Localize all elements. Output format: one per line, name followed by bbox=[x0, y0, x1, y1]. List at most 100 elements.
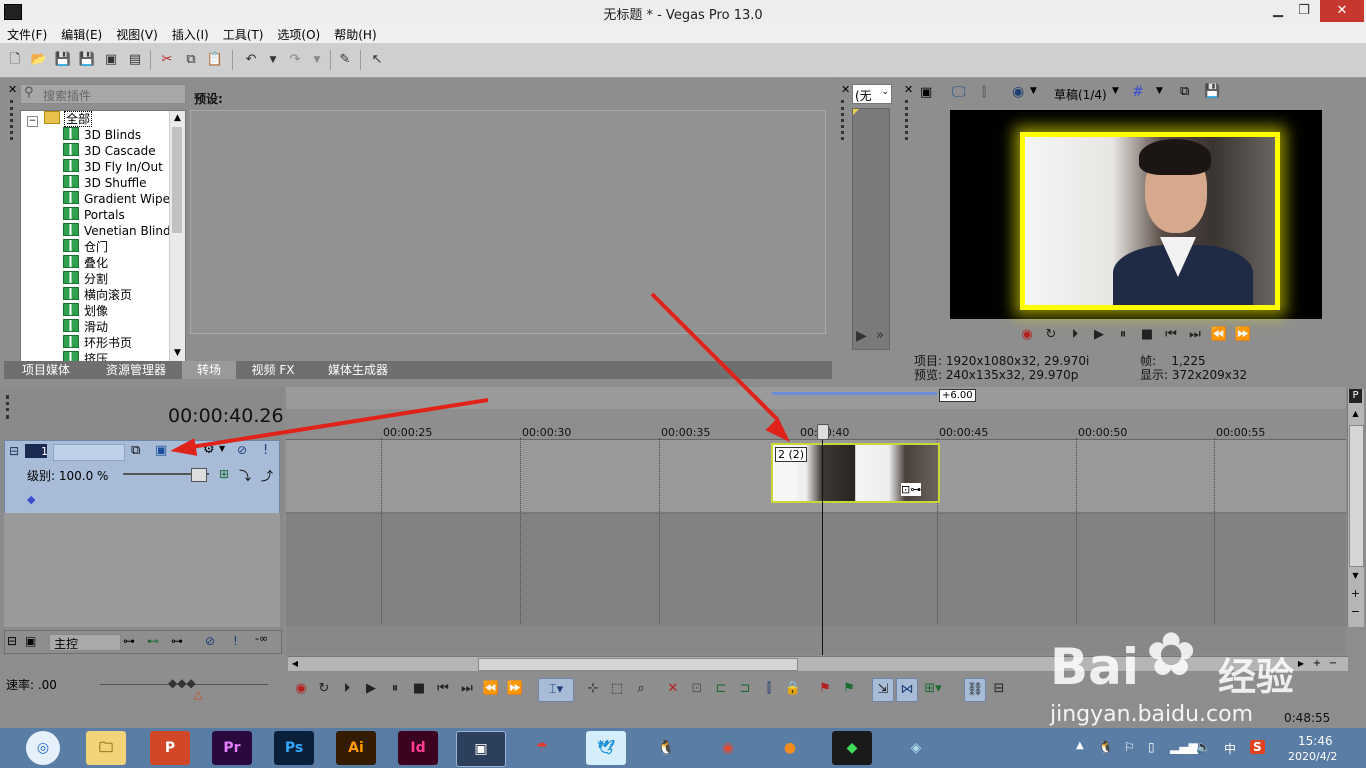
envelope-edit-tool-icon[interactable]: ⊹ bbox=[584, 680, 602, 698]
tree-item[interactable]: 滑动 bbox=[21, 319, 185, 335]
start-browser-icon[interactable]: ◎ bbox=[26, 731, 60, 765]
app-icon-umbrella[interactable]: ☂ bbox=[522, 731, 562, 765]
level-slider[interactable] bbox=[123, 468, 209, 482]
indesign-icon[interactable]: Id bbox=[398, 731, 438, 765]
redo-dropdown-icon[interactable]: ▼ bbox=[308, 51, 326, 69]
enable-snapping-icon[interactable]: ✎ bbox=[336, 51, 354, 69]
normal-edit-tool-icon[interactable]: ⌶▾ bbox=[538, 678, 574, 702]
scroll-down-icon[interactable]: ▼ bbox=[1349, 569, 1362, 583]
scroll-left-icon[interactable]: ◀ bbox=[288, 657, 302, 671]
level-slider-thumb[interactable] bbox=[191, 468, 207, 482]
playhead-cursor[interactable] bbox=[822, 425, 823, 655]
trim-start-icon[interactable]: ⊏ bbox=[712, 680, 730, 698]
auto-crossfade-icon[interactable]: ⋈ bbox=[896, 678, 918, 702]
next-frame-icon[interactable]: ⏩ bbox=[1234, 326, 1252, 344]
tree-scrollbar[interactable]: ▲ ▼ bbox=[169, 111, 185, 361]
scroll-thumb[interactable] bbox=[478, 658, 798, 671]
stop-icon[interactable]: ■ bbox=[1138, 326, 1156, 344]
paste-icon[interactable]: 📋 bbox=[206, 51, 224, 69]
tree-item[interactable]: 仓门 bbox=[21, 239, 185, 255]
crop-icon[interactable]: ⊞ bbox=[219, 467, 229, 481]
solo-icon[interactable]: ! bbox=[263, 443, 268, 458]
scroll-up-icon[interactable]: ▲ bbox=[170, 111, 185, 126]
app-icon-orange[interactable]: ● bbox=[770, 731, 810, 765]
delete-icon[interactable]: ✕ bbox=[664, 680, 682, 698]
solo-icon[interactable]: ! bbox=[233, 634, 238, 648]
insert-marker-icon[interactable]: ⚑ bbox=[816, 680, 834, 698]
go-to-start-icon[interactable]: ⏮ bbox=[434, 680, 452, 698]
properties-icon[interactable]: ▤ bbox=[126, 51, 144, 69]
copy-icon[interactable]: ⧉ bbox=[182, 51, 200, 69]
scroll-thumb[interactable] bbox=[1349, 425, 1364, 567]
trim-end-icon[interactable]: ⊐ bbox=[736, 680, 754, 698]
file-explorer-icon[interactable]: 🗀 bbox=[86, 731, 126, 765]
save-icon[interactable]: 💾 bbox=[54, 51, 72, 69]
qq-icon[interactable]: 🐧 bbox=[646, 731, 686, 765]
lock-icon[interactable]: 🔒 bbox=[784, 680, 802, 698]
new-icon[interactable]: 🗋 bbox=[6, 51, 24, 69]
show-hidden-icons[interactable]: ▲ bbox=[1076, 740, 1084, 751]
next-frame-icon[interactable]: ⏩ bbox=[506, 680, 524, 698]
go-to-end-icon[interactable]: ⏭ bbox=[458, 680, 476, 698]
scroll-thumb[interactable] bbox=[172, 127, 182, 233]
tree-item[interactable]: 3D Blinds bbox=[21, 127, 185, 143]
maximize-button[interactable]: ❐ bbox=[1290, 0, 1318, 22]
compositing-mode-icon[interactable]: ⧉ bbox=[131, 443, 140, 458]
video-track-header[interactable]: ⊟ 1 ⧉ ▣ ⊶ ⚙ ▼ ⊘ ! 级别: 100.0 % ⊞ ⤵ ⤴ ◆ bbox=[4, 440, 280, 514]
tab-project-media[interactable]: 项目媒体 bbox=[4, 361, 88, 379]
mute-icon[interactable]: ⊘ bbox=[205, 634, 215, 648]
mute-icon[interactable]: ⊘ bbox=[237, 443, 247, 457]
collapse-track-icon[interactable]: ⊟ bbox=[7, 634, 17, 648]
panel-gripper[interactable] bbox=[841, 100, 844, 140]
vertical-scrollbar[interactable]: P ▲ ▼ + − bbox=[1347, 389, 1364, 627]
sogou-ime-icon[interactable]: S bbox=[1250, 740, 1265, 754]
tree-item[interactable]: Venetian Blinds bbox=[21, 223, 185, 239]
panel-close-icon[interactable]: ✕ bbox=[841, 83, 850, 96]
track-motion-icon[interactable]: ▣ bbox=[155, 443, 167, 458]
tree-item[interactable]: 横向滚页 bbox=[21, 287, 185, 303]
tree-item[interactable]: 3D Fly In/Out bbox=[21, 159, 185, 175]
pause-icon[interactable]: ⏸ bbox=[1114, 326, 1132, 344]
play-icon[interactable]: ▶ bbox=[362, 680, 380, 698]
whats-this-icon[interactable]: ↖ bbox=[368, 51, 386, 69]
copy-snapshot-icon[interactable]: ⧉ bbox=[1180, 84, 1189, 99]
powerpoint-icon[interactable]: P bbox=[150, 731, 190, 765]
menu-edit[interactable]: 编辑(E) bbox=[54, 24, 109, 43]
loop-icon[interactable]: ↻ bbox=[315, 680, 333, 698]
zoom-out-icon[interactable]: − bbox=[1349, 605, 1362, 619]
panel-gripper[interactable] bbox=[905, 100, 908, 140]
play-from-start-icon[interactable]: ⏵ bbox=[338, 680, 356, 698]
redo-icon[interactable]: ↷ bbox=[286, 51, 304, 69]
previous-frame-icon[interactable]: ⏪ bbox=[482, 680, 500, 698]
tab-media-generators[interactable]: 媒体生成器 bbox=[310, 361, 406, 379]
chevron-down-icon[interactable]: ▼ bbox=[1030, 86, 1037, 96]
clock-date[interactable]: 2020/4/2 bbox=[1288, 750, 1337, 763]
insert-region-icon[interactable]: ⚑ bbox=[840, 680, 858, 698]
external-monitor-icon[interactable]: 🖵 bbox=[952, 84, 966, 100]
parent-track-icon[interactable]: ⤵ bbox=[239, 467, 251, 484]
lock-envelopes-icon[interactable]: ⛓ bbox=[964, 678, 986, 702]
loop-icon[interactable]: ↻ bbox=[1042, 326, 1060, 344]
tree-item[interactable]: Portals bbox=[21, 207, 185, 223]
playhead-handle[interactable] bbox=[817, 424, 829, 440]
vegas-pro-icon[interactable]: ▣ bbox=[456, 731, 506, 767]
flag-tray-icon[interactable]: ⚐ bbox=[1124, 740, 1135, 754]
video-event-clip[interactable]: 2 (2) ⊡⊶ bbox=[771, 443, 940, 503]
scroll-down-icon[interactable]: ▼ bbox=[170, 346, 185, 361]
menu-tools[interactable]: 工具(T) bbox=[216, 24, 271, 43]
panel-gripper[interactable] bbox=[10, 100, 16, 140]
ignore-grouping-icon[interactable]: ⊟ bbox=[990, 680, 1008, 698]
network-tray-icon[interactable]: ▂▄▆ bbox=[1170, 740, 1198, 754]
chevron-down-icon[interactable]: ▼ bbox=[1112, 86, 1119, 96]
make-compositing-parent-icon[interactable]: ⤴ bbox=[261, 467, 273, 484]
panel-gripper[interactable] bbox=[6, 395, 9, 419]
snapping-icon[interactable]: ⇲ bbox=[872, 678, 894, 702]
close-button[interactable]: ✕ bbox=[1320, 0, 1364, 22]
undo-icon[interactable]: ↶ bbox=[242, 51, 260, 69]
master-plugin-icon[interactable]: ⊶ bbox=[171, 634, 183, 648]
app-icon-bird[interactable]: 🕊 bbox=[586, 731, 626, 765]
menu-insert[interactable]: 插入(I) bbox=[165, 24, 216, 43]
pause-icon[interactable]: ⏸ bbox=[386, 680, 404, 698]
master-bus-header[interactable]: ⊟ ▣ 主控 ⊶ ⊷ ⊶ ⊘ ! -∞ bbox=[4, 630, 282, 654]
save-snapshot-icon[interactable]: 💾 bbox=[1204, 84, 1220, 99]
